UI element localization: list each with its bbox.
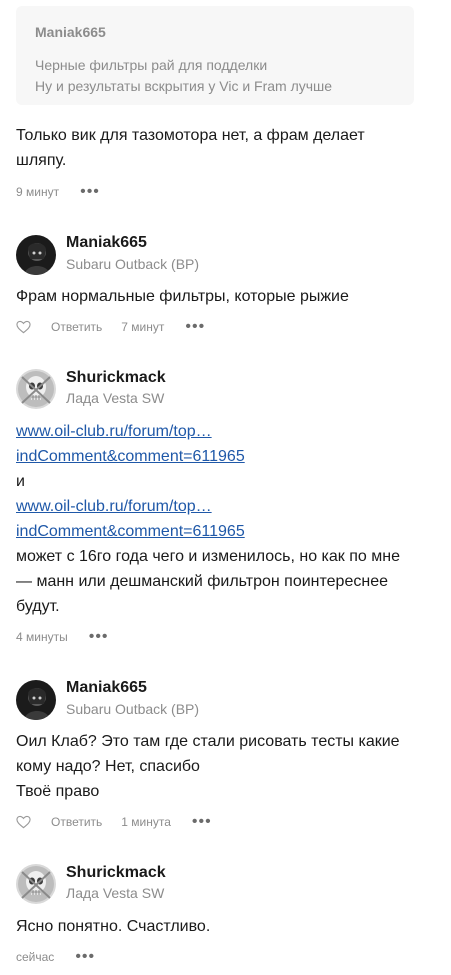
reply-button[interactable]: Ответить	[51, 320, 102, 334]
comment-text-line: Фрам нормальные фильтры, которые рыжие	[16, 288, 349, 305]
author-car[interactable]: Subaru Outback (BP)	[66, 701, 199, 717]
comment-text-line: и	[16, 473, 25, 490]
avatar[interactable]	[16, 864, 56, 904]
avatar[interactable]	[16, 680, 56, 720]
author-car[interactable]: Лада Vesta SW	[66, 885, 164, 901]
comment-time: сейчас	[16, 950, 55, 964]
comment-link[interactable]: indComment&comment=611965	[16, 444, 245, 469]
comment-link[interactable]: www.oil-club.ru/forum/top…	[16, 419, 212, 444]
more-dots-icon[interactable]: •••	[89, 629, 109, 645]
comment-author[interactable]: Shurickmack	[66, 864, 166, 882]
heart-icon[interactable]	[16, 815, 31, 829]
comment-text-line: может с 16го года чего и изменилось, но …	[16, 548, 400, 565]
more-dots-icon[interactable]: •••	[80, 184, 100, 200]
comment-meta: 9 минут •••	[16, 183, 100, 201]
comment-author[interactable]: Maniak665	[66, 234, 147, 252]
quote-line-2: Ну и результаты вскрытия у Vic и Fram лу…	[35, 78, 333, 94]
quote-line-1: Черные фильтры рай для подделки	[35, 57, 268, 73]
comment-text-line: Оил Клаб? Это там где стали рисовать тес…	[16, 733, 400, 750]
comment-text-line: будут.	[16, 598, 60, 615]
avatar[interactable]	[16, 235, 56, 275]
comment-meta: 4 минуты •••	[16, 628, 109, 646]
avatar[interactable]	[16, 369, 56, 409]
comment-link[interactable]: www.oil-club.ru/forum/top…	[16, 494, 212, 519]
comment-time: 4 минуты	[16, 630, 68, 644]
comment-text-line: Твоё право	[16, 783, 100, 800]
more-dots-icon[interactable]: •••	[192, 814, 212, 830]
comment-time: 9 минут	[16, 185, 60, 199]
comment-link[interactable]: indComment&comment=611965	[16, 519, 245, 544]
comment-text-line: Ясно понятно. Счастливо.	[16, 918, 211, 935]
comment-time: 1 минута	[121, 815, 171, 829]
comment-text-line: — манн или дешманский фильтрон поинтерес…	[16, 573, 388, 590]
reply-button[interactable]: Ответить	[51, 815, 102, 829]
heart-icon[interactable]	[16, 320, 31, 334]
comment-time: 7 минут	[121, 320, 165, 334]
author-car[interactable]: Subaru Outback (BP)	[66, 256, 199, 272]
quote-author: Maniak665	[35, 24, 106, 40]
comment-meta: сейчас •••	[16, 948, 95, 966]
comment-text-line: Только вик для тазомотора нет, а фрам де…	[16, 127, 365, 144]
more-dots-icon[interactable]: •••	[75, 949, 95, 965]
comment-author[interactable]: Shurickmack	[66, 369, 166, 387]
comment-meta: Ответить 1 минута •••	[16, 813, 212, 831]
more-dots-icon[interactable]: •••	[185, 319, 205, 335]
comment-text-line: кому надо? Нет, спасибо	[16, 758, 200, 775]
comment-meta: Ответить 7 минут •••	[16, 318, 205, 336]
quote-block: Maniak665 Черные фильтры рай для подделк…	[16, 6, 414, 105]
author-car[interactable]: Лада Vesta SW	[66, 390, 164, 406]
comment-text-line: шляпу.	[16, 152, 67, 169]
comment-author[interactable]: Maniak665	[66, 679, 147, 697]
